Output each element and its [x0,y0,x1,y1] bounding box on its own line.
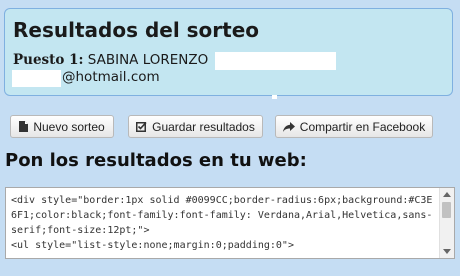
results-title: Resultados del sorteo [13,18,260,42]
winner-name: SABINA LORENZO [87,52,209,68]
new-draw-label: Nuevo sorteo [33,119,105,134]
save-results-label: Guardar resultados [152,119,255,134]
share-facebook-label: Compartir en Facebook [299,119,426,134]
edit-check-icon [136,121,147,132]
winner-email: @hotmail.com [62,69,160,85]
scroll-down-icon[interactable] [443,249,451,254]
redacted-text [215,52,336,70]
embed-heading: Pon los resultados en tu web: [5,150,307,171]
scroll-up-icon[interactable] [443,192,451,197]
embed-code-text: <div style="border:1px solid #0099CC;bor… [11,195,433,251]
vertical-scrollbar[interactable] [439,188,454,258]
scrollbar-thumb[interactable] [442,202,451,218]
save-results-button[interactable]: Guardar resultados [128,115,263,138]
winner-entry: Puesto 1: SABINA LORENZO [13,52,208,68]
share-facebook-button[interactable]: Compartir en Facebook [275,115,433,138]
redacted-text [12,70,61,87]
winner-place-label: Puesto 1: [13,52,84,68]
share-arrow-icon [282,121,295,132]
embed-code-textarea[interactable]: <div style="border:1px solid #0099CC;bor… [5,187,455,259]
document-icon [19,121,29,132]
resize-handle [272,95,277,99]
new-draw-button[interactable]: Nuevo sorteo [10,115,114,138]
